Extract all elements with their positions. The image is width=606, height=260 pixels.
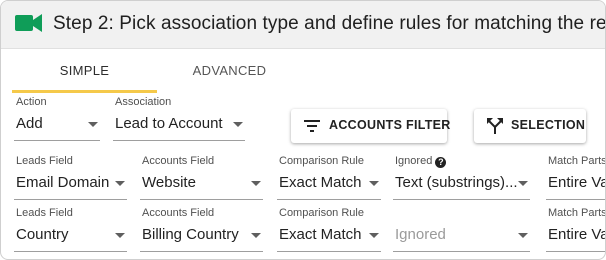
ignored-label-text: Ignored	[395, 155, 433, 167]
association-label: Association	[115, 96, 172, 108]
leads-field-label: Leads Field	[16, 207, 73, 219]
chevron-down-icon	[88, 122, 98, 127]
comparison-rule-select[interactable]: Exact Match	[277, 222, 381, 252]
selection-label: SELECTION	[511, 118, 586, 132]
selection-button[interactable]: SELECTION	[474, 109, 586, 143]
help-icon[interactable]: ?	[435, 157, 447, 168]
step-2-panel: Step 2: Pick association type and define…	[0, 0, 606, 260]
action-value: Add	[16, 115, 43, 132]
comparison-rule-label: Comparison Rule	[279, 155, 364, 167]
match-parts-label: Match Parts	[548, 155, 606, 167]
filter-icon	[304, 120, 320, 132]
accounts-field-value: Website	[142, 174, 196, 191]
leads-field-select[interactable]: Country	[14, 222, 127, 252]
accounts-filter-button[interactable]: ACCOUNTS FILTER	[291, 109, 450, 143]
active-tab-indicator	[12, 90, 157, 93]
step-title: Step 2: Pick association type and define…	[53, 13, 606, 34]
tab-simple[interactable]: SIMPLE	[12, 49, 157, 93]
action-select[interactable]: Add	[14, 111, 100, 141]
match-parts-select[interactable]: Entire Value	[546, 170, 605, 200]
chevron-down-icon	[251, 181, 261, 186]
association-value: Lead to Account	[115, 115, 223, 132]
accounts-field-select[interactable]: Website	[140, 170, 263, 200]
match-parts-select[interactable]: Entire Value	[546, 222, 605, 252]
accounts-field-select[interactable]: Billing Country	[140, 222, 263, 252]
merge-arrows-icon	[487, 118, 503, 134]
accounts-field-label: Accounts Field	[142, 155, 215, 167]
chevron-down-icon	[369, 233, 379, 238]
match-parts-value: Entire Value	[548, 226, 605, 243]
chevron-down-icon	[369, 181, 379, 186]
leads-field-value: Country	[16, 226, 69, 243]
leads-field-value: Email Domain	[16, 174, 110, 191]
comparison-rule-label: Comparison Rule	[279, 207, 364, 219]
tab-advanced[interactable]: ADVANCED	[157, 49, 302, 93]
association-select[interactable]: Lead to Account	[113, 111, 245, 141]
leads-field-select[interactable]: Email Domain	[14, 170, 127, 200]
mode-tabs: SIMPLE ADVANCED	[1, 49, 605, 93]
accounts-field-value: Billing Country	[142, 226, 239, 243]
video-camera-icon	[15, 14, 42, 32]
chevron-down-icon	[115, 233, 125, 238]
ignored-select[interactable]: Text (substrings)...	[393, 170, 530, 200]
comparison-rule-select[interactable]: Exact Match	[277, 170, 381, 200]
leads-field-label: Leads Field	[16, 155, 73, 167]
step-header: Step 2: Pick association type and define…	[1, 1, 606, 49]
accounts-field-label: Accounts Field	[142, 207, 215, 219]
chevron-down-icon	[115, 181, 125, 186]
action-label: Action	[16, 96, 47, 108]
ignored-select[interactable]: Ignored	[393, 222, 530, 252]
comparison-rule-value: Exact Match	[279, 226, 362, 243]
chevron-down-icon	[251, 233, 261, 238]
accounts-filter-label: ACCOUNTS FILTER	[329, 118, 451, 132]
comparison-rule-value: Exact Match	[279, 174, 362, 191]
ignored-placeholder: Ignored	[395, 226, 446, 243]
chevron-down-icon	[518, 181, 528, 186]
chevron-down-icon	[233, 122, 243, 127]
ignored-value: Text (substrings)...	[395, 174, 518, 191]
match-parts-label: Match Parts	[548, 207, 606, 219]
match-parts-value: Entire Value	[548, 174, 605, 191]
chevron-down-icon	[518, 233, 528, 238]
ignored-label: Ignored?	[395, 155, 447, 168]
